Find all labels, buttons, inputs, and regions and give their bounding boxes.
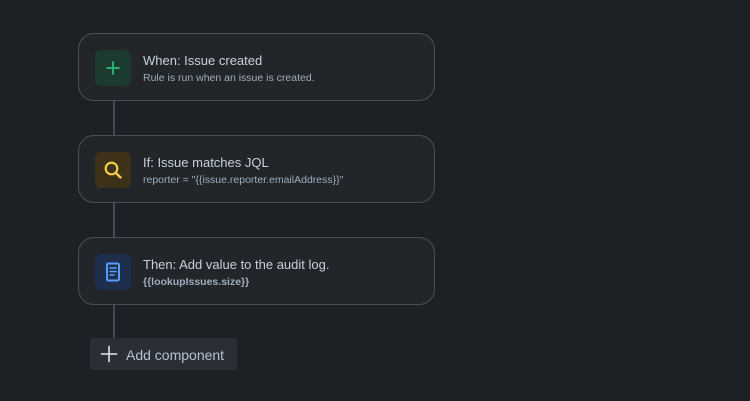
document-icon — [106, 262, 120, 282]
flow-connector — [113, 101, 115, 135]
action-card[interactable]: Then: Add value to the audit log. {{look… — [78, 237, 435, 305]
condition-subtitle: reporter = "{{issue.reporter.emailAddres… — [143, 174, 344, 186]
plus-icon — [106, 61, 120, 75]
trigger-title: When: Issue created — [143, 53, 263, 68]
trigger-subtitle: Rule is run when an issue is created. — [143, 72, 315, 84]
condition-card[interactable]: If: Issue matches JQL reporter = "{{issu… — [78, 135, 435, 203]
flow-connector — [113, 203, 115, 237]
add-component-label: Add component — [126, 347, 225, 363]
condition-title: If: Issue matches JQL — [143, 155, 269, 170]
add-component-button[interactable]: Add component — [90, 338, 237, 370]
condition-icon-box — [95, 152, 131, 188]
action-icon-box — [95, 254, 131, 290]
trigger-icon-box — [95, 50, 131, 86]
plus-icon — [100, 345, 118, 363]
action-title: Then: Add value to the audit log. — [143, 257, 330, 272]
action-subtitle: {{lookupIssues.size}} — [143, 276, 250, 288]
flow-connector — [113, 305, 115, 339]
search-icon — [104, 161, 122, 179]
trigger-card[interactable]: When: Issue created Rule is run when an … — [78, 33, 435, 101]
